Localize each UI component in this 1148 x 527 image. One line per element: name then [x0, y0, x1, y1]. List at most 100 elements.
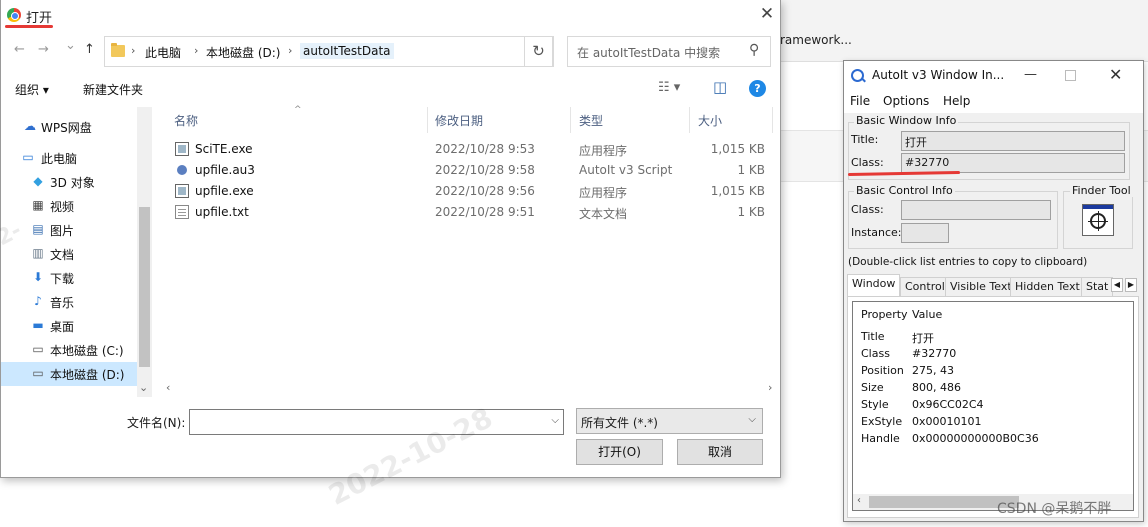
- minimize-icon[interactable]: —: [1024, 67, 1037, 82]
- tab-scroll-right-icon[interactable]: ▶: [1125, 278, 1137, 292]
- window-properties-list[interactable]: Property Value Title 打开 Class #32770 Pos…: [852, 301, 1134, 511]
- recent-locations-dropdown[interactable]: ⌄: [65, 38, 76, 53]
- tab-hidden-text[interactable]: Hidden Text: [1010, 277, 1085, 296]
- forward-button[interactable]: →: [38, 42, 49, 57]
- nav-item-desktop[interactable]: ▬ 桌面: [1, 314, 137, 338]
- nav-label: 本地磁盘 (C:): [50, 344, 124, 358]
- property-value: 打开: [912, 332, 934, 345]
- list-item[interactable]: ExStyle 0x00010101: [853, 414, 1133, 431]
- tab-window[interactable]: Window: [847, 274, 901, 296]
- file-row[interactable]: upfile.exe 2022/10/28 9:56 应用程序 1,015 KB: [161, 181, 780, 202]
- file-name: SciTE.exe: [195, 142, 253, 156]
- search-input[interactable]: 在 autoItTestData 中搜索 ⚲: [567, 36, 771, 67]
- column-divider[interactable]: [570, 107, 571, 133]
- preview-pane-icon[interactable]: ◫: [713, 78, 727, 96]
- open-file-dialog: 打开 ✕ ← → ⌄ ↑ › 此电脑 › 本地磁盘 (D:) › autoItT…: [0, 0, 781, 512]
- dialog-titlebar[interactable]: 打开 ✕: [1, 0, 780, 31]
- tab-statusbar[interactable]: Stat: [1081, 277, 1114, 296]
- filename-input[interactable]: ⌵: [189, 409, 564, 435]
- nav-item-this-pc[interactable]: ▭ 此电脑: [1, 146, 137, 170]
- nav-item-downloads[interactable]: ⬇ 下载: [1, 266, 137, 290]
- up-button[interactable]: ↑: [84, 42, 95, 57]
- nav-item-drive-c[interactable]: ▭ 本地磁盘 (C:): [1, 338, 137, 362]
- tab-scroll-left-icon[interactable]: ◀: [1111, 278, 1123, 292]
- column-header-property[interactable]: Property: [861, 308, 908, 321]
- file-row[interactable]: upfile.au3 2022/10/28 9:58 AutoIt v3 Scr…: [161, 160, 780, 181]
- scroll-right-arrow-icon[interactable]: ›: [768, 381, 772, 394]
- menu-help[interactable]: Help: [943, 94, 970, 108]
- nav-item-documents[interactable]: ▥ 文档: [1, 242, 137, 266]
- close-icon[interactable]: ✕: [1109, 65, 1122, 84]
- column-header-name[interactable]: 名称: [174, 112, 198, 129]
- scroll-left-arrow-icon[interactable]: ‹: [857, 495, 861, 506]
- search-icon[interactable]: ⚲: [749, 42, 759, 58]
- column-header-type[interactable]: 类型: [579, 112, 603, 129]
- back-button[interactable]: ←: [14, 42, 25, 57]
- nav-label: 桌面: [50, 320, 75, 334]
- folder-icon: [111, 43, 125, 57]
- navigation-pane-scrollbar[interactable]: [137, 107, 152, 397]
- list-item[interactable]: Handle 0x00000000000B0C36: [853, 431, 1133, 448]
- drive-d-icon: ▭: [32, 366, 44, 380]
- refresh-icon[interactable]: ↻: [524, 36, 553, 67]
- scroll-left-arrow-icon[interactable]: ‹: [166, 381, 170, 394]
- background-link-text[interactable]: ramework...: [780, 33, 852, 47]
- class-field[interactable]: #32770: [901, 153, 1125, 173]
- column-divider[interactable]: [772, 107, 773, 133]
- nav-item-videos[interactable]: ▦ 视频: [1, 194, 137, 218]
- list-item[interactable]: Title 打开: [853, 329, 1133, 346]
- property-value: 800, 486: [912, 381, 961, 394]
- column-divider[interactable]: [427, 107, 428, 133]
- nav-label: WPS网盘: [41, 121, 92, 135]
- basic-window-info-label: Basic Window Info: [854, 114, 959, 127]
- menu-options[interactable]: Options: [883, 94, 929, 108]
- filetype-value: 所有文件 (*.*): [581, 416, 658, 430]
- file-list-horizontal-scrollbar[interactable]: ⌄ ‹ ›: [139, 380, 780, 397]
- help-icon[interactable]: ?: [749, 80, 766, 97]
- chevron-down-icon[interactable]: ⌵: [551, 415, 559, 426]
- instance-field[interactable]: [901, 223, 949, 243]
- breadcrumb-autoit-test-data[interactable]: autoItTestData: [300, 43, 394, 59]
- file-name: upfile.au3: [195, 163, 255, 177]
- view-options-icon[interactable]: ☷ ▾: [658, 80, 680, 95]
- autoit-titlebar[interactable]: AutoIt v3 Window In... — ✕: [844, 61, 1143, 91]
- new-folder-button[interactable]: 新建文件夹: [83, 81, 143, 98]
- list-item[interactable]: Size 800, 486: [853, 380, 1133, 397]
- nav-label: 音乐: [50, 296, 75, 310]
- file-size: 1,015 KB: [710, 184, 765, 198]
- column-header-date[interactable]: 修改日期: [435, 112, 483, 129]
- column-divider[interactable]: [689, 107, 690, 133]
- nav-item-wps-cloud[interactable]: ☁ WPS网盘: [1, 115, 137, 139]
- nav-item-drive-d[interactable]: ▭ 本地磁盘 (D:): [1, 362, 137, 386]
- list-item[interactable]: Position 275, 43: [853, 363, 1133, 380]
- list-item[interactable]: Style 0x96CC02C4: [853, 397, 1133, 414]
- breadcrumb-this-pc[interactable]: 此电脑: [145, 44, 181, 61]
- file-row[interactable]: SciTE.exe 2022/10/28 9:53 应用程序 1,015 KB: [161, 139, 780, 160]
- address-bar[interactable]: › 此电脑 › 本地磁盘 (D:) › autoItTestData: [104, 36, 554, 67]
- breadcrumb-drive-d[interactable]: 本地磁盘 (D:): [206, 44, 280, 61]
- scroll-down-arrow-icon[interactable]: ⌄: [139, 381, 148, 394]
- column-header-size[interactable]: 大小: [698, 112, 722, 129]
- list-item[interactable]: Class #32770: [853, 346, 1133, 363]
- finder-tool-crosshair-icon[interactable]: [1082, 204, 1114, 236]
- property-name: Handle: [861, 432, 900, 445]
- tab-control[interactable]: Control: [900, 277, 950, 296]
- scrollbar-thumb[interactable]: [139, 207, 150, 367]
- property-name: Class: [861, 347, 890, 360]
- basic-control-info-label: Basic Control Info: [854, 184, 955, 197]
- open-button[interactable]: 打开(O): [576, 439, 663, 465]
- maximize-icon[interactable]: [1065, 70, 1076, 81]
- filetype-select[interactable]: 所有文件 (*.*) ⌵: [576, 408, 763, 434]
- cancel-button[interactable]: 取消: [677, 439, 763, 465]
- column-header-value[interactable]: Value: [912, 308, 942, 321]
- nav-item-3d-objects[interactable]: ◆ 3D 对象: [1, 170, 137, 194]
- title-field[interactable]: 打开: [901, 131, 1125, 151]
- organize-menu[interactable]: 组织 ▾: [15, 81, 49, 98]
- menu-file[interactable]: File: [850, 94, 870, 108]
- nav-item-music[interactable]: ♪ 音乐: [1, 290, 137, 314]
- control-class-field[interactable]: [901, 200, 1051, 220]
- cloud-icon: ☁: [24, 119, 36, 133]
- file-row[interactable]: upfile.txt 2022/10/28 9:51 文本文档 1 KB: [161, 202, 780, 223]
- tab-visible-text[interactable]: Visible Text: [945, 277, 1017, 296]
- close-icon[interactable]: ✕: [757, 4, 777, 24]
